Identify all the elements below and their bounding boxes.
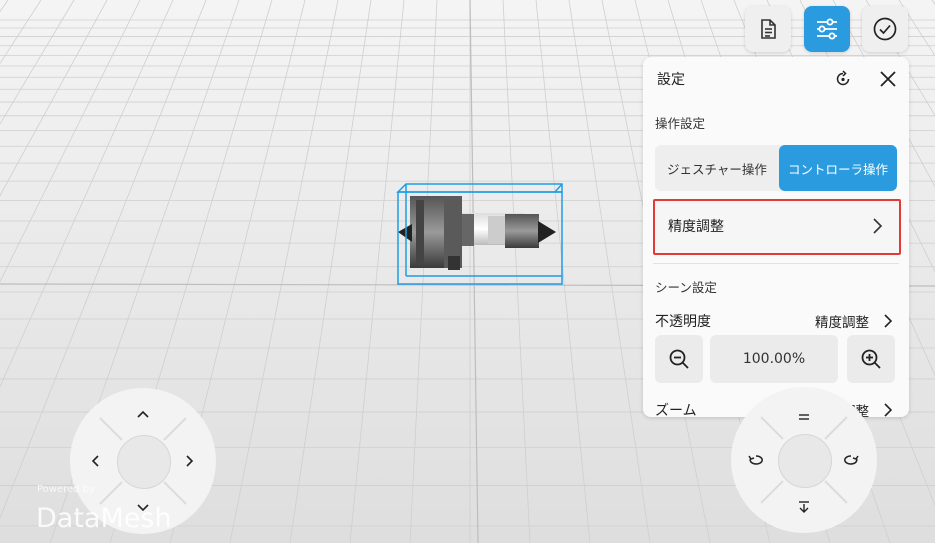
opacity-precision-link-text: 精度調整 <box>815 315 869 331</box>
chevron-right-icon <box>884 403 893 417</box>
operation-mode-toggle: ジェスチャー操作 コントローラ操作 <box>655 145 897 191</box>
confirm-button[interactable] <box>862 6 908 52</box>
brand-logo: DataMesh <box>36 503 172 534</box>
joystick-center[interactable] <box>778 434 832 488</box>
controller-mode-option[interactable]: コントローラ操作 <box>779 145 897 191</box>
move-up-icon[interactable] <box>794 407 814 427</box>
rotate-joystick[interactable] <box>731 387 877 533</box>
divider <box>653 263 899 264</box>
chevron-right-icon <box>884 314 893 328</box>
rotate-right-icon[interactable] <box>841 450 861 470</box>
panel-title: 設定 <box>657 72 685 88</box>
move-down-icon[interactable] <box>794 497 814 517</box>
document-button[interactable] <box>745 6 791 52</box>
opacity-decrease-button[interactable] <box>655 335 703 383</box>
scene-section-label: シーン設定 <box>655 280 717 295</box>
opacity-label: 不透明度 <box>655 314 711 330</box>
operation-section-label: 操作設定 <box>655 116 706 131</box>
gesture-mode-option[interactable]: ジェスチャー操作 <box>655 145 779 191</box>
zoom-out-icon <box>669 349 689 369</box>
chevron-right-icon <box>873 218 883 234</box>
opacity-value[interactable]: 100.00% <box>710 335 838 383</box>
precision-adjust-row[interactable]: 精度調整 <box>653 199 901 255</box>
check-circle-icon <box>873 17 897 41</box>
settings-panel: 設定 操作設定 ジェスチャー操作 コントローラ操作 精度調整 シーン設定 不透明… <box>643 57 909 417</box>
sliders-icon <box>817 18 837 40</box>
powered-by-text: Powered by <box>37 484 95 495</box>
reset-rotate-icon[interactable] <box>831 67 855 91</box>
chevron-right-icon[interactable] <box>180 451 200 471</box>
chevron-left-icon[interactable] <box>85 451 105 471</box>
opacity-increase-button[interactable] <box>847 335 895 383</box>
zoom-in-icon <box>861 349 881 369</box>
close-icon[interactable] <box>875 66 901 92</box>
opacity-precision-link[interactable]: 精度調整 <box>815 311 869 331</box>
chevron-up-icon[interactable] <box>133 404 153 424</box>
settings-button[interactable] <box>804 6 850 52</box>
document-icon <box>761 19 776 39</box>
precision-adjust-label: 精度調整 <box>668 219 724 235</box>
rotate-left-icon[interactable] <box>746 450 766 470</box>
zoom-label: ズーム <box>655 403 697 417</box>
joystick-center[interactable] <box>117 435 171 489</box>
